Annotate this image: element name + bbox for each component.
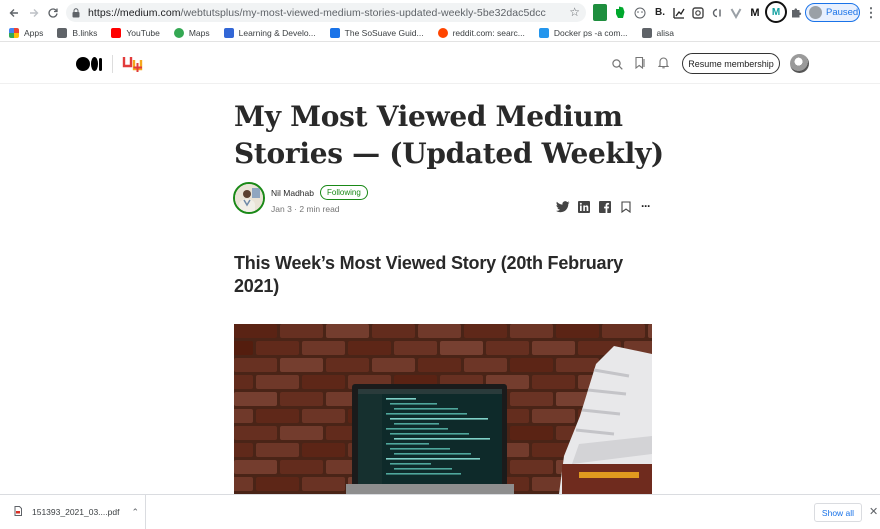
bookmarks-bar: Apps B.links YouTube Maps Learning & Develo.… bbox=[0, 25, 880, 42]
apps-grid-icon bbox=[9, 28, 19, 38]
bookmark-item[interactable]: Learning & Develo... bbox=[223, 28, 316, 38]
download-filename: 151393_2021_03....pdf bbox=[32, 507, 120, 517]
extension-face-icon[interactable] bbox=[633, 4, 647, 21]
url-host: https://medium.com bbox=[88, 6, 181, 19]
twitter-icon[interactable] bbox=[556, 200, 570, 218]
folder-icon bbox=[57, 28, 68, 38]
extension-sheets-icon[interactable] bbox=[593, 4, 607, 21]
read-time: 2 min read bbox=[299, 204, 340, 214]
bookmark-item[interactable]: YouTube bbox=[111, 28, 160, 38]
bookmark-item[interactable]: Docker ps -a com... bbox=[538, 28, 628, 38]
section-heading: This Week’s Most Viewed Story (20th Febr… bbox=[234, 253, 623, 296]
article-hero-image bbox=[234, 324, 652, 494]
bookmark-item[interactable]: B.links bbox=[57, 28, 97, 38]
bookmark-label: The SoSuave Guid... bbox=[344, 28, 424, 38]
chrome-menu-icon[interactable]: ⋮ bbox=[865, 4, 878, 21]
youtube-icon bbox=[111, 28, 122, 38]
profile-button[interactable]: Paused bbox=[805, 3, 860, 22]
bookmark-item[interactable]: alisa bbox=[641, 28, 675, 38]
bookmark-label: reddit.com: searc... bbox=[452, 28, 525, 38]
article-meta: Jan 3 · 2 min read bbox=[271, 204, 340, 214]
chevron-up-icon[interactable]: ⌃ bbox=[131, 507, 139, 518]
lock-icon bbox=[72, 7, 88, 18]
extension-m-highlighted-icon[interactable]: M bbox=[765, 1, 787, 23]
maps-icon bbox=[173, 28, 184, 38]
extensions-puzzle-icon[interactable] bbox=[790, 4, 802, 21]
extension-camera-icon[interactable] bbox=[691, 4, 705, 21]
forward-icon[interactable] bbox=[24, 3, 44, 23]
author-name[interactable]: Nil Madhab bbox=[271, 188, 314, 198]
bookmarks-icon[interactable] bbox=[634, 56, 646, 74]
bookmark-item[interactable]: The SoSuave Guid... bbox=[329, 28, 424, 38]
browser-toolbar: https://medium.com/webtutsplus/my-most-v… bbox=[0, 0, 880, 25]
publish-date: Jan 3 bbox=[271, 204, 292, 214]
download-item[interactable]: 151393_2021_03....pdf ⌃ bbox=[0, 495, 146, 529]
folder-icon bbox=[641, 28, 652, 38]
header-divider bbox=[112, 55, 113, 73]
bookmark-label: Docker ps -a com... bbox=[553, 28, 628, 38]
bookmark-label: Apps bbox=[24, 28, 44, 38]
profile-avatar bbox=[809, 6, 822, 19]
more-options-icon[interactable]: ··· bbox=[641, 199, 651, 213]
extension-b-icon[interactable]: B. bbox=[653, 4, 667, 21]
author-avatar[interactable] bbox=[233, 182, 265, 214]
reddit-icon bbox=[437, 28, 448, 38]
url-text: https://medium.com/webtutsplus/my-most-v… bbox=[88, 7, 546, 19]
bookmark-label: YouTube bbox=[126, 28, 160, 38]
bookmark-star-icon[interactable]: ☆ bbox=[569, 5, 580, 19]
reload-icon[interactable] bbox=[43, 3, 63, 23]
extension-vector-icon[interactable] bbox=[729, 4, 743, 21]
extension-ci-icon[interactable] bbox=[710, 4, 724, 21]
resume-membership-button[interactable]: Resume membership bbox=[682, 53, 780, 74]
url-path: /webtutsplus/my-most-viewed-medium-stori… bbox=[180, 6, 546, 19]
medium-header: Resume membership bbox=[0, 43, 880, 84]
docker-icon bbox=[538, 28, 549, 38]
bookmark-item[interactable]: Apps bbox=[9, 28, 43, 38]
bookmarks-list: Apps B.links YouTube Maps Learning & Develo.… bbox=[0, 28, 688, 38]
bookmark-label: alisa bbox=[656, 28, 675, 38]
linkedin-icon[interactable] bbox=[578, 200, 590, 218]
following-button[interactable]: Following bbox=[320, 185, 368, 200]
ss-icon bbox=[329, 28, 340, 38]
close-icon[interactable]: ✕ bbox=[869, 505, 878, 518]
medium-logo[interactable] bbox=[76, 57, 102, 71]
extension-chart-icon[interactable] bbox=[672, 4, 686, 21]
pdf-file-icon bbox=[14, 503, 22, 521]
user-avatar[interactable] bbox=[790, 54, 809, 73]
back-icon[interactable] bbox=[4, 3, 24, 23]
downloads-shelf: 151393_2021_03....pdf ⌃ Show all ✕ bbox=[0, 494, 880, 529]
notifications-bell-icon[interactable] bbox=[657, 56, 670, 74]
facebook-icon[interactable] bbox=[599, 200, 611, 218]
extension-medium-icon[interactable]: M bbox=[748, 4, 762, 21]
bookmark-label: B.links bbox=[72, 28, 98, 38]
show-all-button[interactable]: Show all bbox=[814, 503, 862, 522]
search-icon[interactable] bbox=[612, 57, 623, 75]
bookmark-item[interactable]: Maps bbox=[173, 28, 210, 38]
bookmark-item[interactable]: reddit.com: searc... bbox=[437, 28, 525, 38]
bookmark-label: Maps bbox=[188, 28, 210, 38]
webtutsplus-logo[interactable] bbox=[122, 54, 146, 79]
save-bookmark-icon[interactable] bbox=[621, 200, 631, 218]
address-bar[interactable]: https://medium.com/webtutsplus/my-most-v… bbox=[66, 3, 586, 22]
profile-status-label: Paused bbox=[826, 7, 859, 18]
calendar-icon bbox=[223, 28, 234, 38]
article-title: My Most Viewed Medium Stories — (Updated… bbox=[234, 100, 664, 170]
bookmark-label: Learning & Develo... bbox=[238, 28, 316, 38]
extension-evernote-icon[interactable] bbox=[613, 4, 627, 21]
